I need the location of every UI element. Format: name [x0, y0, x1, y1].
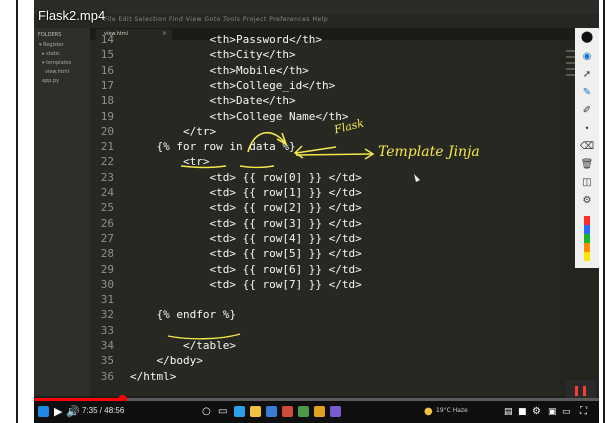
ink-underline-row — [180, 165, 227, 169]
search-icon[interactable]: ○ — [202, 405, 211, 419]
trash-icon[interactable]: 🗑 — [579, 158, 595, 172]
eye-icon[interactable]: ◉ — [579, 50, 595, 64]
video-title: Flask2.mp4 — [38, 8, 106, 23]
edge-icon[interactable] — [234, 406, 245, 417]
highlighter-icon[interactable]: ✐ — [579, 104, 595, 118]
current-time: 7:35 — [82, 406, 98, 415]
file-explorer-icon[interactable] — [250, 406, 261, 417]
store-icon[interactable] — [266, 406, 277, 417]
cursor-icon — [414, 174, 420, 182]
pointer-icon[interactable]: ➚ — [579, 68, 595, 82]
color-red[interactable] — [584, 216, 590, 225]
settings-icon[interactable]: ⚙ — [579, 194, 595, 208]
volume-icon[interactable]: 🔊 — [66, 405, 80, 419]
editor-titlebar — [34, 0, 599, 14]
color-orange[interactable] — [584, 243, 590, 252]
right-frame-line — [603, 0, 605, 423]
pin-icon[interactable]: ⬤ — [579, 30, 595, 44]
ink-underline-data — [239, 165, 275, 169]
color-yellow[interactable] — [584, 252, 590, 261]
app-icon[interactable] — [314, 406, 325, 417]
eraser-icon[interactable]: ⌫ — [579, 140, 595, 154]
camera-icon[interactable]: ◫ — [579, 176, 595, 190]
left-frame — [0, 0, 34, 423]
code-editor[interactable]: 14 <th>Password</th> 15 <th>City</th> 16 <… — [90, 33, 599, 396]
video-player[interactable]: File Edit Selection Find View Goto Tools… — [34, 0, 599, 423]
ink-curve-arrow — [247, 131, 287, 153]
theater-icon[interactable]: ▭ — [562, 405, 571, 419]
menu-items[interactable]: File Edit Selection Find View Goto Tools… — [104, 16, 328, 23]
cc-icon[interactable]: ■ — [518, 405, 527, 419]
duration: 48:56 — [104, 406, 125, 415]
miniplayer-icon[interactable]: ▣ — [548, 405, 557, 419]
ink-underline-endfor — [167, 333, 241, 340]
subtitles-icon[interactable]: ▤ — [504, 405, 513, 419]
ink-arrow-template — [295, 153, 373, 156]
right-frame — [599, 0, 612, 423]
fullscreen-icon[interactable]: ⛶ — [580, 405, 587, 419]
annotation-toolbar: ⬤ ◉ ➚ ✎ ✐ • ⌫ 🗑 ◫ ⚙ — [575, 28, 599, 268]
color-green[interactable] — [584, 234, 590, 243]
task-view-icon[interactable]: ▭ — [218, 405, 227, 419]
playback-time: 7:35 / 48:56 — [82, 406, 125, 415]
color-blue[interactable] — [584, 225, 590, 234]
left-frame-line — [16, 0, 18, 423]
pen-icon[interactable]: ✎ — [579, 86, 595, 100]
sidebar-item[interactable]: view.html — [45, 69, 69, 75]
file-sidebar: FOLDERS ▾ Register ▸ static ▾ templates vie… — [34, 28, 90, 396]
dot-icon[interactable]: • — [579, 122, 595, 136]
weather-text: 19°C Haze — [436, 407, 468, 414]
player-controls: ▶ 🔊 7:35 / 48:56 ○ ▭ ● 19°C Haze ▤ ■ ⚙ ▣… — [34, 401, 599, 423]
sidebar-item[interactable]: app.py — [42, 78, 59, 84]
editor-menubar: File Edit Selection Find View Goto Tools… — [34, 14, 599, 28]
sidebar-item[interactable]: ▾ templates — [42, 60, 71, 66]
pause-bar — [583, 386, 586, 396]
sidebar-item[interactable]: ▾ Register — [39, 42, 64, 48]
play-icon[interactable]: ▶ — [54, 405, 62, 419]
folders-label: FOLDERS — [38, 32, 62, 38]
sidebar-item[interactable]: ▸ static — [42, 51, 60, 57]
pause-bar — [575, 386, 578, 396]
annotation-template-jinja: Template Jinja — [378, 144, 480, 160]
app-icon[interactable] — [298, 406, 309, 417]
gear-icon[interactable]: ⚙ — [532, 405, 541, 419]
weather-icon: ● — [424, 406, 433, 417]
windows-start-icon[interactable] — [38, 406, 49, 417]
ink-arrow-flask — [295, 146, 337, 154]
app-icon[interactable] — [330, 406, 341, 417]
annotation-ink — [167, 131, 420, 340]
app-icon[interactable] — [282, 406, 293, 417]
